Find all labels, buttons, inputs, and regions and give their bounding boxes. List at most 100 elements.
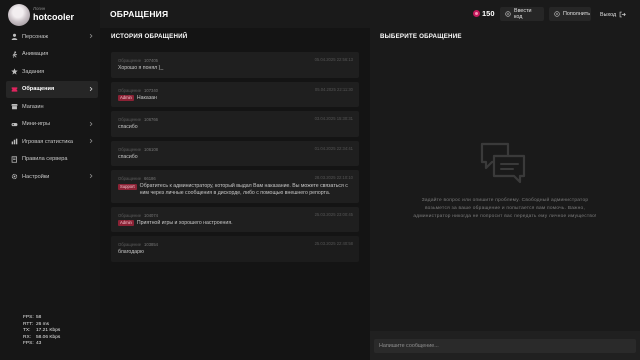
ticket-label: Обращение <box>118 87 142 93</box>
gamepad-icon <box>10 120 18 128</box>
sidebar-item-label: Задания <box>22 68 45 75</box>
user-icon <box>10 33 18 41</box>
sidebar-item-label: Магазин <box>22 103 44 110</box>
ticket-card[interactable]: Обращение 103854 25.03.2025 22:40:58 бла… <box>111 236 359 262</box>
chevron-right-icon <box>88 121 94 127</box>
sidebar-item-settings[interactable]: Настройки <box>6 168 98 186</box>
header: ОБРАЩЕНИЯ 150 Ввести код Пополнить Выход <box>100 0 640 28</box>
topup-button[interactable]: Пополнить <box>549 7 591 21</box>
chevron-right-icon <box>88 138 94 144</box>
chevron-right-icon <box>88 86 94 92</box>
ticket-number: 66186 <box>144 176 156 182</box>
role-badge: Admin <box>118 219 134 227</box>
logout-button[interactable]: Выход <box>600 11 626 18</box>
ticket-label: Обращение <box>118 146 142 152</box>
ticket-label: Обращение <box>118 212 142 218</box>
ticket-number: 107340 <box>144 87 159 93</box>
topup-label: Пополнить <box>563 11 591 17</box>
sidebar-item-character[interactable]: Персонаж <box>6 28 98 46</box>
sidebar-item-label: Правила сервера <box>22 156 68 163</box>
ticket-label: Обращение <box>118 176 142 182</box>
coin-balance: 150 <box>473 9 495 18</box>
sidebar-item-quests[interactable]: Задания <box>6 63 98 81</box>
role-badge: Support <box>118 183 137 191</box>
store-icon <box>10 103 18 111</box>
role-badge: Admin <box>118 94 134 102</box>
sidebar-item-label: Мини-игры <box>22 121 51 128</box>
enter-code-button[interactable]: Ввести код <box>500 7 544 21</box>
logout-label: Выход <box>600 11 617 18</box>
ticket-message: Приятной игры и хорошего настроения. <box>136 219 233 226</box>
ticket-number: 106108 <box>144 146 159 152</box>
ticket-date: 25.03.2025 22:40:58 <box>314 241 353 247</box>
sidebar-item-minigames[interactable]: Мини-игры <box>6 116 98 134</box>
logout-icon <box>619 11 626 18</box>
ticket-list: Обращение 107405 05.04.2025 22:56:13 Хор… <box>111 52 359 266</box>
sidebar-item-label: Обращения <box>22 86 55 93</box>
ticket-card[interactable]: Обращение 104074 25.03.2025 23:00:45 Adm… <box>111 206 359 233</box>
gear-icon <box>10 173 18 181</box>
ticket-card[interactable]: Обращение 106766 03.04.2025 15:30:31 спа… <box>111 111 359 137</box>
ticket-label: Обращение <box>118 117 142 123</box>
ticket-message: спасибо <box>118 124 138 131</box>
message-input[interactable] <box>374 339 636 353</box>
ticket-icon <box>10 85 18 93</box>
ticket-card[interactable]: Обращение 106108 01.04.2025 22:34:41 спа… <box>111 140 359 167</box>
sidebar-item-label: Персонаж <box>22 33 49 40</box>
star-icon <box>10 68 18 76</box>
ticket-number: 104074 <box>144 212 159 218</box>
ticket-message: Хорошо я понял )_ <box>118 65 164 71</box>
sidebar-item-label: Анимация <box>22 51 49 58</box>
ticket-number: 103854 <box>144 242 159 248</box>
login-caption: Логин <box>33 6 46 11</box>
ticket-card[interactable]: Обращение 66186 28.03.2025 22:10:10 Supp… <box>111 170 359 203</box>
ticket-number: 107405 <box>144 58 159 63</box>
coin-icon <box>473 10 480 17</box>
stat-row: FPS: 43 <box>23 341 42 347</box>
ticket-card[interactable]: Обращение 107405 05.04.2025 22:56:13 Хор… <box>111 52 359 78</box>
ticket-message: спасибо <box>118 153 138 160</box>
sidebar-item-rules[interactable]: Правила сервера <box>6 151 98 169</box>
composer <box>370 331 640 360</box>
ticket-detail-panel: ВЫБЕРИТЕ ОБРАЩЕНИЕ Задайте вопрос или оп… <box>370 28 640 360</box>
sidebar-item-tickets[interactable]: Обращения <box>6 80 98 98</box>
chevron-right-icon <box>88 173 94 179</box>
ticket-date: 01.04.2025 22:34:41 <box>314 145 353 151</box>
login-value: hotcooler <box>33 12 75 22</box>
select-title: ВЫБЕРИТЕ ОБРАЩЕНИЕ <box>380 33 462 40</box>
ticket-history-panel: ИСТОРИЯ ОБРАЩЕНИЙ Обращение 107405 05.04… <box>100 28 370 360</box>
sidebar-item-store[interactable]: Магазин <box>6 98 98 116</box>
hint-text: Задайте вопрос или опишите проблему. Сво… <box>413 198 597 219</box>
sidebar-item-label: Настройки <box>22 173 50 180</box>
ticket-card[interactable]: Обращение 107340 05.04.2025 22:11:30 Adm… <box>111 81 359 108</box>
chat-bubbles-icon <box>480 142 526 184</box>
ticket-date: 28.03.2025 22:10:10 <box>314 175 353 181</box>
ticket-label: Обращение <box>118 58 142 63</box>
ticket-date: 05.04.2025 22:56:13 <box>314 57 353 62</box>
person-run-icon <box>10 50 18 58</box>
plus-circle-icon <box>554 11 560 17</box>
stat-row: FPS: 58 <box>23 315 42 320</box>
page-title: ОБРАЩЕНИЯ <box>110 9 169 19</box>
gift-icon <box>505 11 511 17</box>
ticket-date: 25.03.2025 23:00:45 <box>314 211 353 217</box>
ticket-number: 106766 <box>144 117 159 123</box>
sidebar: Логин hotcooler Персонаж Анимация Задани… <box>0 0 100 360</box>
history-title: ИСТОРИЯ ОБРАЩЕНИЙ <box>111 33 188 40</box>
stat-row: TX: 17.21 Kbps <box>23 328 61 334</box>
ticket-date: 03.04.2025 15:30:31 <box>314 116 353 122</box>
network-stats: FPS: 58 RTT: 26 ms TX: 17.21 Kbps RX: 58.06 … <box>23 315 60 348</box>
ticket-label: Обращение <box>118 242 142 248</box>
sidebar-menu: Персонаж Анимация Задания Обращения Мага… <box>6 28 98 186</box>
coin-value: 150 <box>482 9 495 18</box>
profile[interactable]: Логин hotcooler <box>8 3 100 27</box>
ticket-message: Наказан <box>136 94 157 101</box>
ticket-date: 05.04.2025 22:11:30 <box>314 86 353 92</box>
ticket-message: Обратитесь к администратору, который выд… <box>139 183 348 197</box>
ticket-message: благодарю <box>118 249 144 256</box>
stats-icon <box>10 138 18 146</box>
enter-code-label: Ввести код <box>514 8 532 20</box>
sidebar-item-label: Игровая статистика <box>22 138 74 145</box>
sidebar-item-animation[interactable]: Анимация <box>6 46 98 64</box>
sidebar-item-statistics[interactable]: Игровая статистика <box>6 133 98 151</box>
